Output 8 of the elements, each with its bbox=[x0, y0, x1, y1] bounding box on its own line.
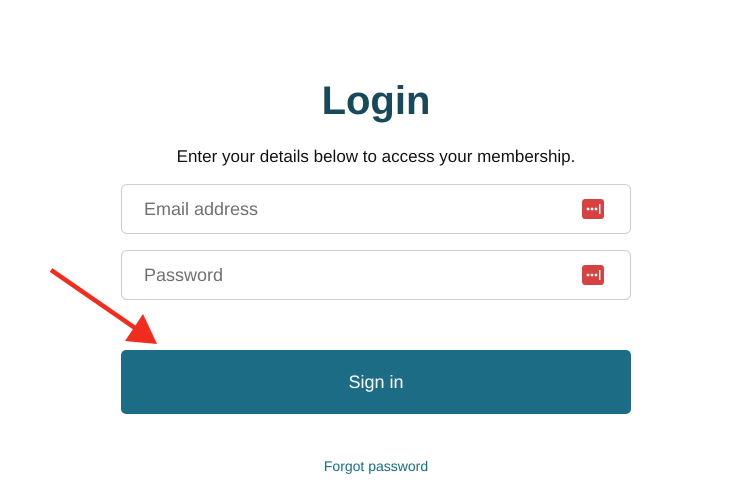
subtitle: Enter your details below to access your membership. bbox=[176, 146, 576, 168]
password-manager-icon[interactable] bbox=[582, 199, 604, 219]
password-manager-icon[interactable] bbox=[582, 265, 604, 285]
sign-in-button[interactable]: Sign in bbox=[121, 350, 631, 414]
input-field[interactable]: Password bbox=[121, 250, 631, 300]
forgot-password-link[interactable]: Forgot password bbox=[324, 458, 428, 474]
input-field[interactable]: Email address bbox=[121, 184, 631, 234]
login-title: Login bbox=[322, 78, 430, 125]
